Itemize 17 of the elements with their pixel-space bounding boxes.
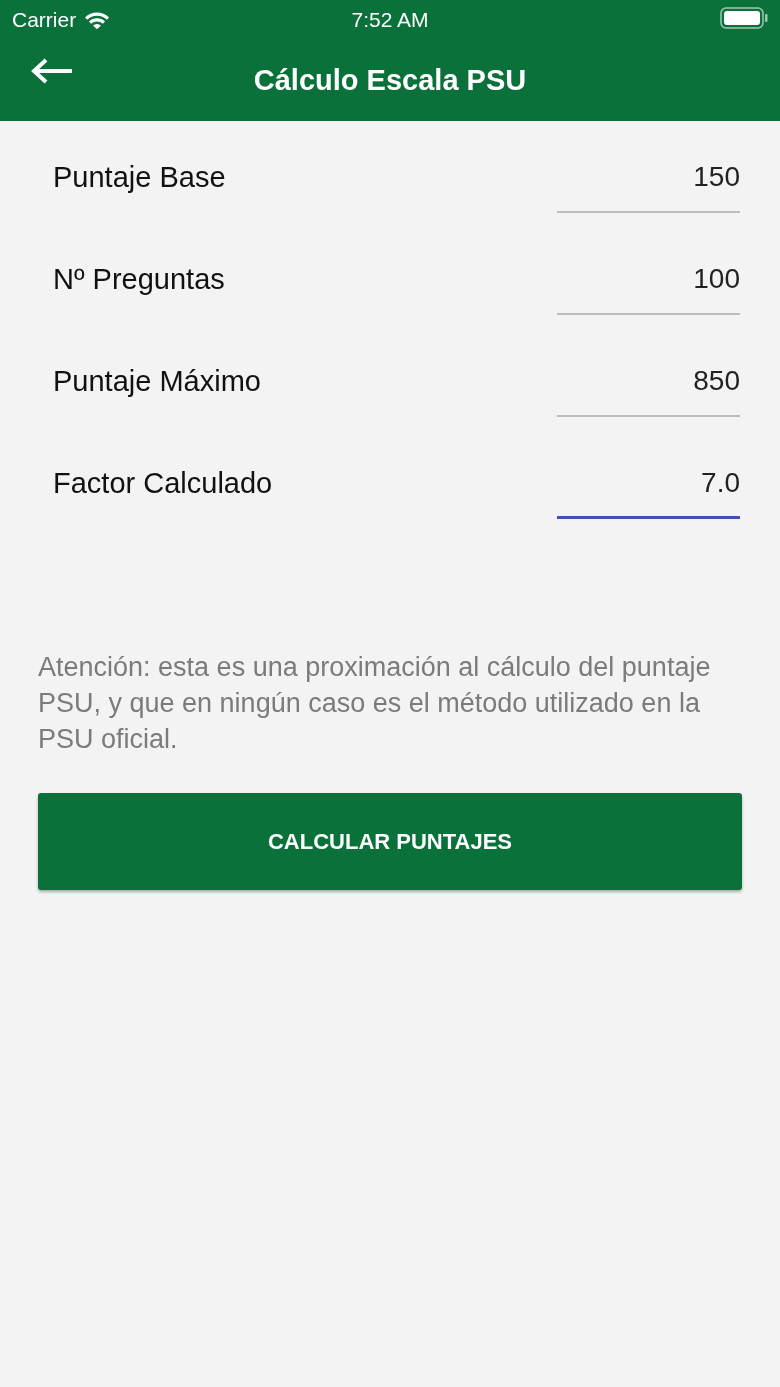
field-label: Nº Preguntas: [53, 263, 225, 296]
calculate-button[interactable]: CALCULAR PUNTAJES: [38, 793, 742, 890]
input-field[interactable]: 150: [557, 141, 740, 213]
field-label: Puntaje Base: [53, 161, 226, 194]
battery-icon: [720, 7, 768, 29]
field-label: Factor Calculado: [53, 467, 273, 500]
notice-text: Atención: esta es una proximación al cálculo del puntaje PSU, y que en ningún caso es el método utilizado en la PSU oficial.: [38, 651, 712, 756]
screen-title: Cálculo Escala PSU: [253, 64, 527, 97]
input-field[interactable]: 850: [557, 345, 740, 417]
carrier-name: Carrier: [12, 8, 77, 32]
status-time: 7:52 AM: [351, 8, 429, 32]
input-field[interactable]: 7.0: [557, 447, 740, 519]
wifi-icon: [84, 11, 111, 29]
back-button[interactable]: [30, 56, 74, 85]
back-arrow-icon: [30, 56, 74, 85]
input-field[interactable]: 100: [557, 243, 740, 315]
field-label: Puntaje Máximo: [53, 365, 261, 398]
